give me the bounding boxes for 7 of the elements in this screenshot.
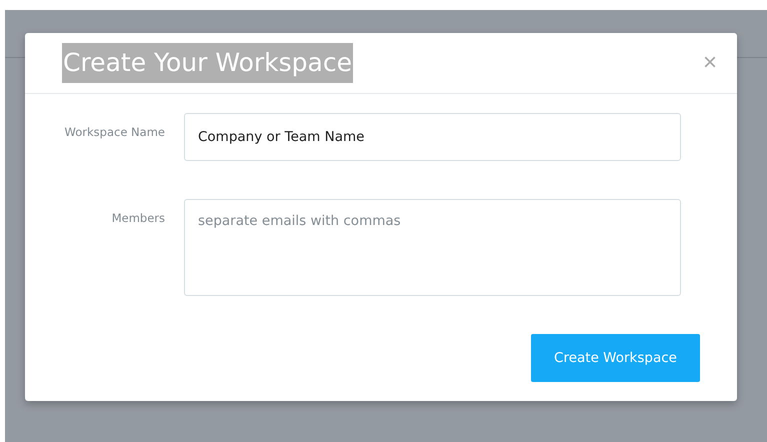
create-button[interactable]: Create Workspace [531, 334, 700, 382]
field-label: Workspace Name [64, 124, 166, 139]
input-field[interactable]: Company or Team Name [184, 113, 681, 161]
dialog-title: Create Your Workspace [62, 43, 353, 83]
input-field[interactable]: separate emails with commas [184, 199, 681, 296]
field-label: Members [110, 210, 166, 225]
close-button[interactable]: × [702, 51, 717, 75]
